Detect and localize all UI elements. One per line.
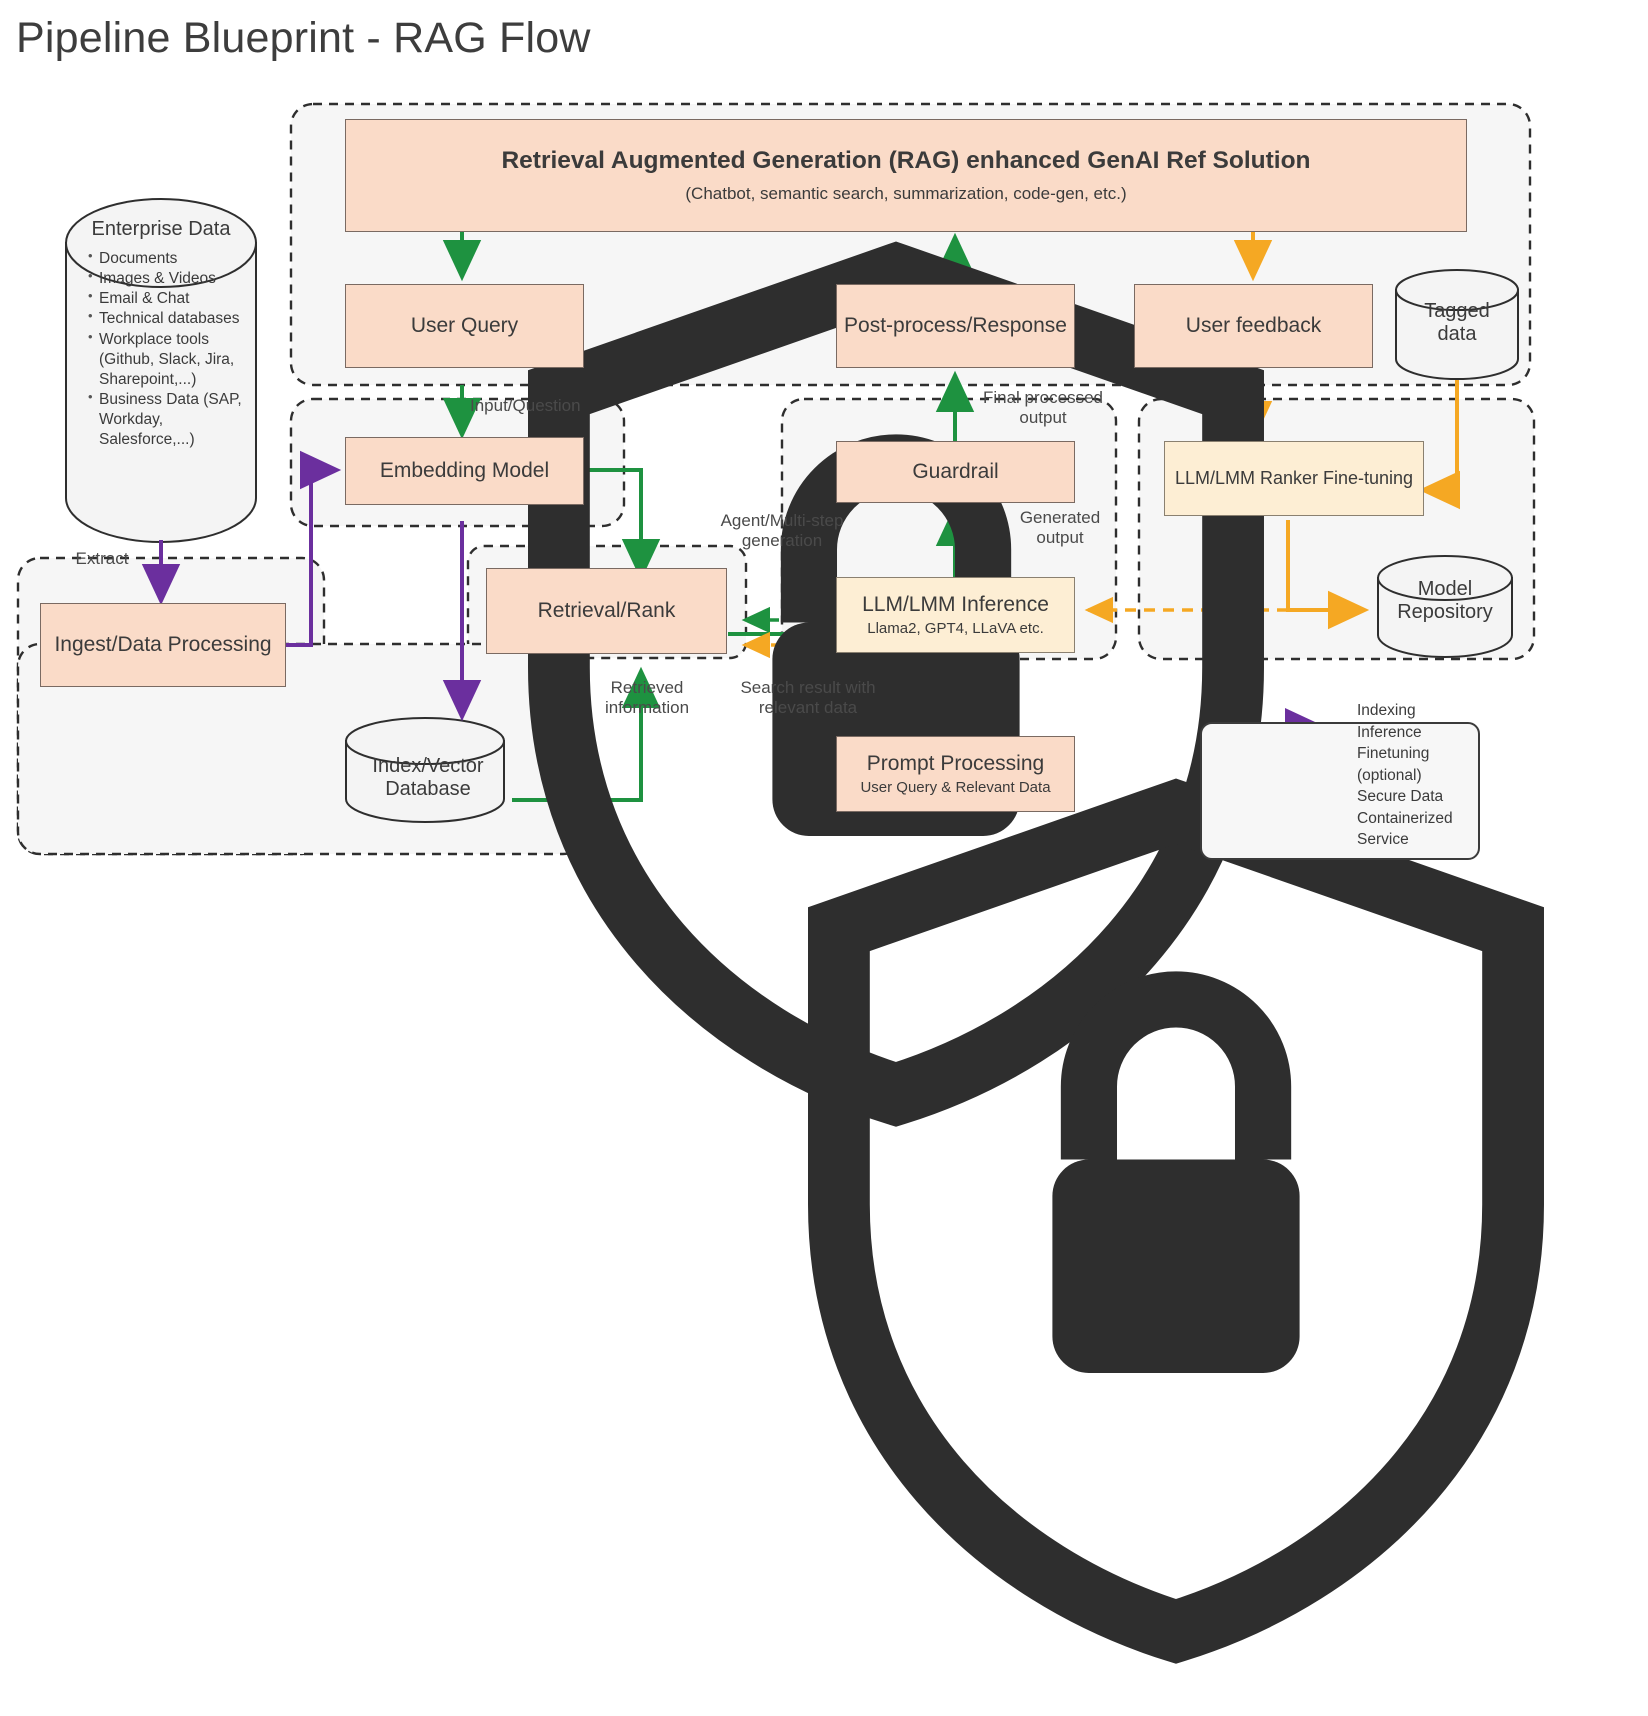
legend-label-optional: (optional): [1357, 766, 1422, 784]
rag-solution-subtitle: (Chatbot, semantic search, summarization…: [685, 184, 1127, 203]
edge-label-search-result: Search result with relevant data: [740, 678, 876, 718]
llm-inference-node[interactable]: LLM/LMM Inference Llama2, GPT4, LLaVA et…: [836, 577, 1075, 653]
llm-inference-title: LLM/LMM Inference: [862, 593, 1049, 616]
ranker-finetuning-label: LLM/LMM Ranker Fine-tuning: [1174, 467, 1414, 488]
enterprise-data-label: Enterprise Data Documents Images & Video…: [72, 218, 1264, 1127]
list-item: Business Data (SAP, Workday, Salesforce,…: [88, 389, 250, 450]
list-item: Images & Videos: [88, 268, 250, 289]
embedding-model-label: Embedding Model: [379, 459, 550, 482]
user-feedback-node[interactable]: User feedback: [1134, 284, 1373, 368]
edge-label-final-processed-output: Final processed output: [982, 388, 1103, 428]
list-item: Technical databases: [88, 308, 250, 329]
legend-label-indexing: Indexing: [1357, 702, 1416, 719]
rag-solution-title: Retrieval Augmented Generation (RAG) enh…: [501, 147, 1311, 174]
edge-label-extract: Extract: [75, 549, 129, 568]
ranker-finetuning-node[interactable]: LLM/LMM Ranker Fine-tuning: [1164, 441, 1424, 516]
guardrail-node[interactable]: Guardrail: [836, 441, 1075, 503]
list-item: Email & Chat: [88, 288, 250, 309]
retrieval-rank-node[interactable]: Retrieval/Rank: [486, 568, 727, 654]
edge-label-retrieved-information: Retrieved information: [604, 678, 690, 718]
post-process-label: Post-process/Response: [844, 314, 1067, 338]
user-query-label: User Query: [410, 314, 519, 337]
ingest-label: Ingest/Data Processing: [54, 632, 272, 656]
llm-inference-subtitle: Llama2, GPT4, LLaVA etc.: [867, 620, 1044, 637]
index-vector-db-text: Index/Vector Database: [372, 755, 484, 800]
model-repository-text: Model Repository: [1397, 578, 1493, 623]
enterprise-data-items: Documents Images & Videos Email & Chat T…: [72, 248, 250, 450]
list-item: Documents: [88, 248, 250, 269]
post-process-node[interactable]: Post-process/Response: [836, 284, 1075, 368]
ingest-node[interactable]: Ingest/Data Processing: [40, 603, 286, 687]
guardrail-label: Guardrail: [912, 460, 999, 483]
edge-label-agent-multistep: Agent/Multi-step generation: [720, 511, 844, 551]
list-item: Workplace tools (Github, Slack, Jira, Sh…: [88, 329, 250, 390]
tagged-data-text: Tagged data: [1424, 300, 1490, 345]
user-feedback-label: User feedback: [1185, 314, 1322, 337]
index-vector-db-label: Index/Vector Database: [352, 755, 1544, 1664]
tagged-data-label: Tagged data: [1402, 300, 1512, 346]
legend-label-inference: Inference: [1357, 723, 1422, 741]
user-query-node[interactable]: User Query: [345, 284, 584, 368]
retrieval-rank-label: Retrieval/Rank: [537, 599, 676, 622]
diagram-canvas: Pipeline Blueprint - RAG Flow Enterprise…: [0, 0, 1648, 1664]
edge-label-generated-output: Generated output: [1019, 508, 1101, 548]
embedding-model-node[interactable]: Embedding Model: [345, 437, 584, 505]
rag-solution-banner[interactable]: Retrieval Augmented Generation (RAG) enh…: [345, 119, 1467, 232]
legend-label-finetuning: Finetuning: [1357, 745, 1430, 762]
model-repository-label: Model Repository: [1380, 578, 1510, 624]
edge-label-input-question: Input/Question: [470, 396, 581, 415]
